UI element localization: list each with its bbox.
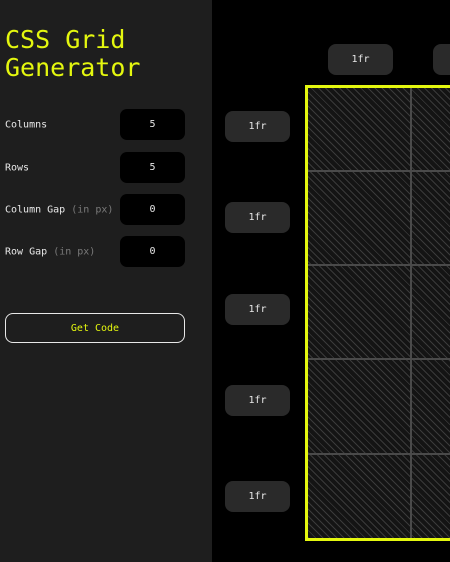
row-gap-label: Row Gap bbox=[5, 246, 48, 257]
app-title-line-1: CSS Grid bbox=[5, 25, 126, 54]
columns-input[interactable] bbox=[120, 109, 185, 140]
grid-row-line bbox=[308, 264, 450, 266]
grid-preview[interactable] bbox=[305, 85, 450, 541]
settings-sidebar: CSS Grid Generator Columns Rows Column G… bbox=[0, 0, 212, 562]
columns-label: Columns bbox=[5, 119, 48, 130]
app-title-line-2: Generator bbox=[5, 53, 141, 82]
app-root: CSS Grid Generator Columns Rows Column G… bbox=[0, 0, 450, 562]
rows-field: Rows bbox=[5, 152, 185, 183]
row-gap-label-group: Row Gap (in px) bbox=[5, 246, 95, 257]
column-gap-label: Column Gap bbox=[5, 204, 66, 215]
column-gap-field: Column Gap (in px) bbox=[5, 194, 185, 225]
column-size-input-1[interactable] bbox=[328, 44, 393, 75]
row-gap-input[interactable] bbox=[120, 236, 185, 267]
column-gap-hint: (in px) bbox=[71, 204, 114, 215]
row-size-input-3[interactable] bbox=[225, 294, 290, 325]
rows-input[interactable] bbox=[120, 152, 185, 183]
row-size-input-2[interactable] bbox=[225, 202, 290, 233]
row-size-input-1[interactable] bbox=[225, 111, 290, 142]
row-size-input-4[interactable] bbox=[225, 385, 290, 416]
rows-label: Rows bbox=[5, 162, 30, 173]
column-gap-label-group: Column Gap (in px) bbox=[5, 204, 113, 215]
row-gap-hint: (in px) bbox=[53, 246, 96, 257]
app-title: CSS Grid Generator bbox=[5, 26, 205, 82]
get-code-button[interactable]: Get Code bbox=[5, 313, 185, 343]
grid-column-line bbox=[410, 88, 412, 538]
column-size-input-2[interactable] bbox=[433, 44, 450, 75]
columns-field: Columns bbox=[5, 109, 185, 140]
grid-row-line bbox=[308, 453, 450, 455]
row-gap-field: Row Gap (in px) bbox=[5, 236, 185, 267]
column-gap-input[interactable] bbox=[120, 194, 185, 225]
grid-row-line bbox=[308, 358, 450, 360]
grid-row-line bbox=[308, 170, 450, 172]
row-size-input-5[interactable] bbox=[225, 481, 290, 512]
